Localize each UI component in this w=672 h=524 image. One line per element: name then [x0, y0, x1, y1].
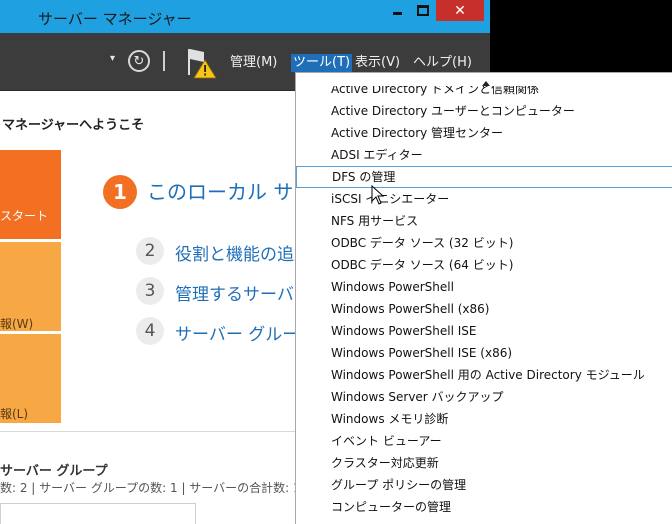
close-button[interactable]: ✕ [436, 0, 484, 21]
minimize-button[interactable] [384, 0, 410, 21]
step-4-badge: 4 [136, 317, 164, 345]
tools-item-computer-management[interactable]: コンピューターの管理 [296, 496, 672, 518]
tools-item-server-backup[interactable]: Windows Server バックアップ [296, 386, 672, 408]
menu-help[interactable]: ヘルプ(H) [411, 54, 474, 72]
notifications-flag-icon[interactable] [184, 46, 218, 80]
tools-item-adsi-edit[interactable]: ADSI エディター [296, 144, 672, 166]
refresh-glyph: ↻ [133, 53, 145, 69]
tools-item-memory-diagnostic[interactable]: Windows メモリ診断 [296, 408, 672, 430]
tools-item-iscsi-initiator[interactable]: iSCSI イニシエーター [296, 188, 672, 210]
tools-item-cluster-aware-updating[interactable]: クラスター対応更新 [296, 452, 672, 474]
tools-item-ad-admin-center[interactable]: Active Directory 管理センター [296, 122, 672, 144]
step-1-badge: 1 [103, 175, 137, 209]
tools-item-ad-powershell-module[interactable]: Windows PowerShell 用の Active Directory モ… [296, 364, 672, 386]
title-bar[interactable]: サーバー マネージャー ✕ [0, 0, 490, 32]
step-2-badge: 2 [136, 237, 164, 265]
maximize-icon [417, 5, 429, 16]
menu-view[interactable]: 表示(V) [353, 54, 402, 72]
tile-learnmore-label[interactable]: 報(L) [0, 405, 28, 422]
tools-item-dfs-management[interactable]: DFS の管理 [296, 166, 672, 188]
tools-item-ad-domains-trusts[interactable]: Active Directory ドメインと信頼関係 [296, 86, 672, 100]
tools-item-powershell-ise[interactable]: Windows PowerShell ISE [296, 320, 672, 342]
menu-tools[interactable]: ツール(T) [291, 54, 353, 72]
tile-quickstart[interactable] [0, 150, 61, 239]
tools-dropdown-menu: Active Directory ドメインと信頼関係 Active Direct… [295, 72, 672, 524]
tools-item-group-policy-management[interactable]: グループ ポリシーの管理 [296, 474, 672, 496]
server-groups-title: サーバー グループ [0, 464, 108, 479]
step-3-badge: 3 [136, 277, 164, 305]
tile-quickstart-label[interactable]: スタート [0, 207, 48, 224]
welcome-title: マネージャーへようこそ [2, 118, 145, 133]
tools-item-ad-users-computers[interactable]: Active Directory ユーザーとコンピューター [296, 100, 672, 122]
maximize-button[interactable] [410, 0, 436, 21]
tools-item-powershell-x86[interactable]: Windows PowerShell (x86) [296, 298, 672, 320]
tools-item-odbc-64[interactable]: ODBC データ ソース (64 ビット) [296, 254, 672, 276]
menu-manage[interactable]: 管理(M) [228, 54, 279, 72]
server-group-tile[interactable] [0, 503, 196, 524]
refresh-icon[interactable]: ↻ [128, 50, 150, 72]
tools-menu-list: Active Directory ドメインと信頼関係 Active Direct… [296, 86, 672, 518]
server-groups-summary: 数: 2 | サーバー グループの数: 1 | サーバーの合計数: 1 [0, 481, 301, 495]
minimize-icon [392, 12, 402, 15]
close-icon: ✕ [454, 2, 466, 19]
tools-item-powershell-ise-x86[interactable]: Windows PowerShell ISE (x86) [296, 342, 672, 364]
step-2-link[interactable]: 役割と機能の追加 [175, 240, 311, 265]
tools-item-odbc-32[interactable]: ODBC データ ソース (32 ビット) [296, 232, 672, 254]
tile-whatsnew-label[interactable]: 報(W) [0, 315, 33, 332]
window-title: サーバー マネージャー [38, 10, 192, 28]
tools-item-nfs-services[interactable]: NFS 用サービス [296, 210, 672, 232]
tools-item-event-viewer[interactable]: イベント ビューアー [296, 430, 672, 452]
navigation-dropdown-icon[interactable]: ▾ [110, 53, 115, 64]
toolbar-separator [163, 51, 165, 71]
mouse-cursor-icon [371, 185, 385, 205]
tools-item-powershell[interactable]: Windows PowerShell [296, 276, 672, 298]
